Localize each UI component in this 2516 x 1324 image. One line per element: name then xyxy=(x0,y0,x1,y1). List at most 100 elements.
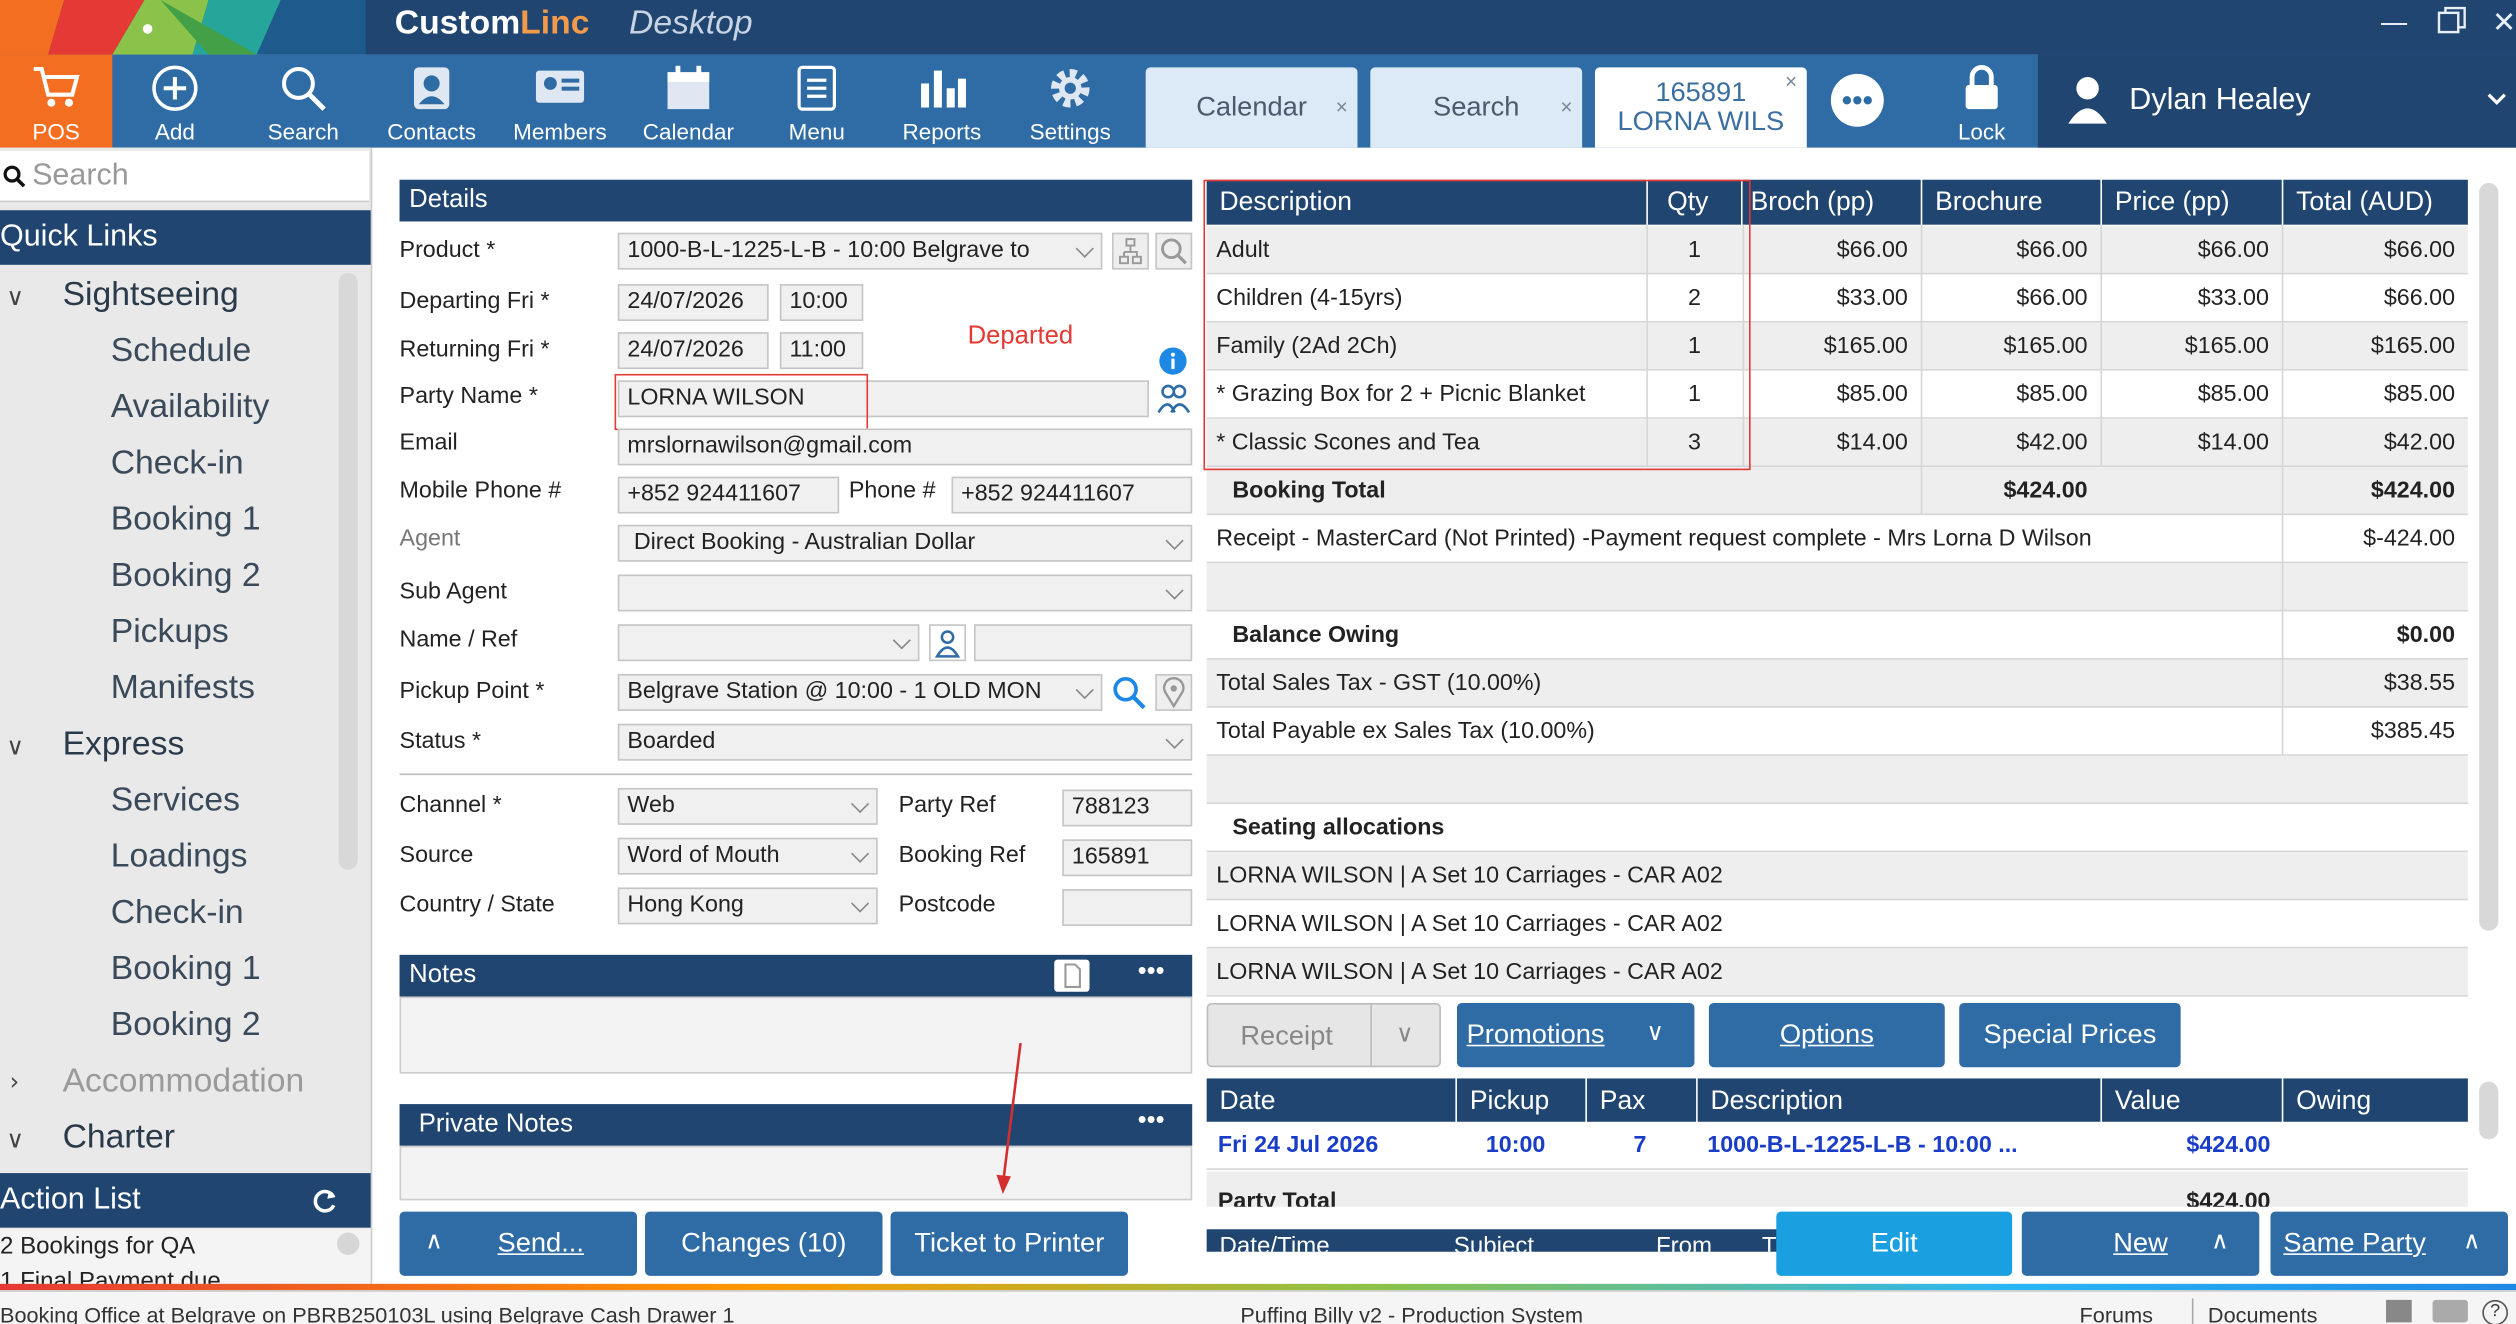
nav-group-sightseeing[interactable]: Sightseeing xyxy=(63,276,239,315)
more-options-icon[interactable]: ••• xyxy=(1138,1101,1165,1143)
seating-row[interactable]: LORNA WILSON | A Set 10 Carriages - CAR … xyxy=(1206,852,2468,901)
list-item[interactable]: 2 Bookings for QA xyxy=(0,1232,195,1259)
nav-item-booking-2[interactable]: Booking 2 xyxy=(111,557,261,596)
party-ref-field[interactable]: 788123 xyxy=(1062,789,1193,827)
changes-button[interactable]: Changes (10) xyxy=(645,1211,883,1276)
product-tree-button[interactable] xyxy=(1111,232,1149,270)
promotions-button[interactable]: Promotions ∨ xyxy=(1456,1003,1695,1068)
seating-row[interactable]: LORNA WILSON | A Set 10 Carriages - CAR … xyxy=(1206,900,2468,949)
restore-icon[interactable] xyxy=(2437,6,2466,43)
members-button[interactable]: Members xyxy=(497,55,622,148)
add-button[interactable]: Add xyxy=(112,55,237,148)
channel-select[interactable]: Web xyxy=(617,787,878,825)
sidebar-search-input[interactable]: Search xyxy=(0,150,370,203)
nav-item-check-in[interactable]: Check-in xyxy=(111,445,244,484)
calendar-button[interactable]: Calendar xyxy=(626,55,751,148)
name-ref-select[interactable] xyxy=(617,624,920,662)
window-icon[interactable] xyxy=(2386,1299,2412,1323)
col-from[interactable]: From xyxy=(1656,1232,1712,1251)
documents-link[interactable]: Documents xyxy=(2208,1298,2318,1324)
forums-link[interactable]: Forums xyxy=(2080,1298,2153,1324)
nav-item-check-in[interactable]: Check-in xyxy=(111,894,244,933)
col-value[interactable]: Value xyxy=(2102,1078,2282,1124)
close-icon[interactable]: ✕ xyxy=(2492,6,2516,40)
chat-icon[interactable] xyxy=(2432,1299,2468,1323)
product-search-button[interactable] xyxy=(1155,232,1193,270)
nav-item-availability[interactable]: Availability xyxy=(111,388,270,427)
nav-item-pickups[interactable]: Pickups xyxy=(111,613,229,652)
nav-item-services[interactable]: Services xyxy=(111,782,240,821)
special-prices-button[interactable]: Special Prices xyxy=(1959,1003,2181,1068)
nav-group-charter[interactable]: Charter xyxy=(63,1119,175,1158)
help-icon[interactable]: ? xyxy=(2482,1299,2508,1324)
returning-date-field[interactable]: 24/07/2026 xyxy=(617,332,769,370)
same-party-button[interactable]: Same Party ∧ xyxy=(2270,1211,2508,1276)
nav-item-manifests[interactable]: Manifests xyxy=(111,669,255,708)
product-select[interactable]: 1000-B-L-1225-L-B - 10:00 Belgrave to xyxy=(617,232,1103,270)
postcode-field[interactable] xyxy=(1062,889,1193,926)
lock-button[interactable]: Lock xyxy=(1919,55,2044,148)
ticket-to-printer-button[interactable]: Ticket to Printer xyxy=(890,1211,1129,1276)
nav-item-booking-1[interactable]: Booking 1 xyxy=(111,950,261,989)
more-tabs-button[interactable] xyxy=(1830,73,1884,127)
list-item[interactable]: 1 Final Payment due xyxy=(0,1268,221,1284)
send-button[interactable]: ∧ Send... xyxy=(399,1211,638,1276)
refresh-icon[interactable] xyxy=(313,1188,339,1214)
email-field[interactable]: mrslornawilson@gmail.com xyxy=(617,428,1193,466)
info-icon[interactable] xyxy=(1159,347,1188,376)
col-date[interactable]: Date xyxy=(1206,1078,1456,1124)
chevron-down-icon[interactable]: ∨ xyxy=(6,732,24,761)
phone-field[interactable]: +852 924411607 xyxy=(951,476,1193,514)
menu-button[interactable]: Menu xyxy=(754,55,879,148)
edit-button[interactable]: Edit xyxy=(1776,1211,2013,1276)
chevron-right-icon[interactable]: › xyxy=(10,1067,20,1096)
document-icon[interactable] xyxy=(1054,959,1090,992)
reports-button[interactable]: Reports xyxy=(879,55,1004,148)
mobile-phone-field[interactable]: +852 924411607 xyxy=(617,476,840,514)
col-pax[interactable]: Pax xyxy=(1586,1078,1697,1124)
country-select[interactable]: Hong Kong xyxy=(617,887,878,925)
nav-item-schedule[interactable]: Schedule xyxy=(111,332,252,371)
contacts-button[interactable]: Contacts xyxy=(369,55,494,148)
col-brochure[interactable]: Brochure xyxy=(1922,179,2101,225)
name-ref-field[interactable] xyxy=(973,624,1193,662)
col-itinerary-description[interactable]: Description xyxy=(1697,1078,2101,1124)
minimize-icon[interactable]: — xyxy=(2380,6,2409,40)
col-pickup[interactable]: Pickup xyxy=(1456,1078,1586,1124)
col-datetime[interactable]: Date/Time xyxy=(1219,1232,1329,1251)
receipt-row[interactable]: Receipt - MasterCard (Not Printed) -Paym… xyxy=(1206,515,2468,564)
chevron-down-icon[interactable]: ∨ xyxy=(6,282,24,311)
col-price-pp[interactable]: Price (pp) xyxy=(2102,179,2282,225)
nav-item-loadings[interactable]: Loadings xyxy=(111,838,248,877)
col-broch-pp[interactable]: Broch (pp) xyxy=(1742,179,1921,225)
close-tab-icon[interactable]: × xyxy=(1336,67,1348,147)
booking-ref-field[interactable]: 165891 xyxy=(1062,839,1193,877)
pricing-scrollbar[interactable] xyxy=(2479,182,2499,931)
tab-booking[interactable]: 165891 LORNA WILS × xyxy=(1594,67,1807,148)
new-button[interactable]: New ∧ xyxy=(2021,1211,2260,1276)
source-select[interactable]: Word of Mouth xyxy=(617,837,878,875)
returning-time-field[interactable]: 11:00 xyxy=(779,332,864,370)
pos-button[interactable]: POS xyxy=(0,54,113,148)
settings-button[interactable]: Settings xyxy=(1008,55,1133,148)
pickup-search-button[interactable] xyxy=(1110,674,1148,711)
private-notes-textarea[interactable] xyxy=(399,1145,1193,1201)
close-tab-icon[interactable]: × xyxy=(1560,67,1572,147)
sidebar-scrollbar[interactable] xyxy=(338,272,358,870)
departing-time-field[interactable]: 10:00 xyxy=(779,284,864,321)
pickup-point-select[interactable]: Belgrave Station @ 10:00 - 1 OLD MON xyxy=(617,674,1103,711)
chevron-down-icon[interactable]: ∨ xyxy=(6,1125,24,1154)
user-menu[interactable]: Dylan Healey xyxy=(2037,54,2516,148)
search-button[interactable]: Search xyxy=(241,55,366,148)
party-members-button[interactable] xyxy=(1155,380,1193,418)
agent-select[interactable]: Direct Booking - Australian Dollar xyxy=(617,524,1193,562)
notes-textarea[interactable] xyxy=(399,996,1193,1074)
itinerary-row[interactable]: Fri 24 Jul 2026 10:00 7 1000-B-L-1225-L-… xyxy=(1206,1121,2468,1170)
tab-search[interactable]: Search × xyxy=(1370,67,1583,148)
col-to[interactable]: T xyxy=(1762,1232,1777,1251)
departing-date-field[interactable]: 24/07/2026 xyxy=(617,284,769,321)
nav-item-booking-1[interactable]: Booking 1 xyxy=(111,501,261,540)
contact-lookup-button[interactable] xyxy=(929,624,966,662)
col-subject[interactable]: Subject xyxy=(1454,1232,1534,1251)
receipt-button[interactable]: Receipt ∨ xyxy=(1206,1003,1441,1068)
